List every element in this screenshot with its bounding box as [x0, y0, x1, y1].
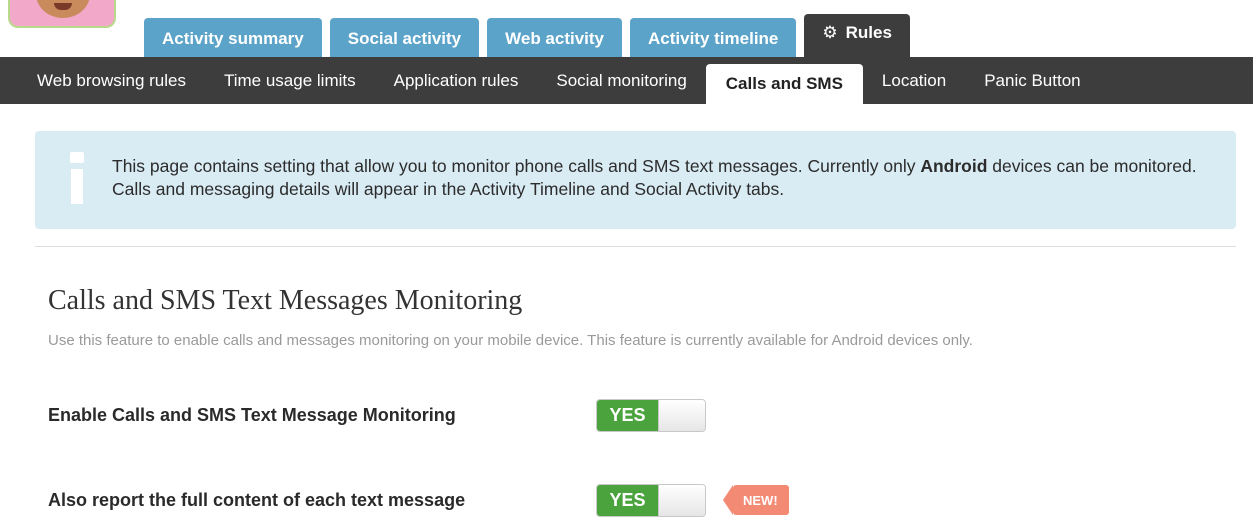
sub-nav-label: Web browsing rules — [37, 70, 186, 90]
toggle-enable-monitoring[interactable]: YES — [596, 399, 706, 432]
tab-label: Activity timeline — [648, 29, 779, 48]
info-icon — [68, 152, 86, 204]
rules-sub-nav: Web browsing rules Time usage limits App… — [0, 57, 1253, 104]
sub-nav-time-usage-limits[interactable]: Time usage limits — [205, 57, 375, 104]
info-text: This page contains setting that allow yo… — [112, 155, 1212, 201]
info-icon-bar — [71, 169, 83, 204]
toggle-on-label: YES — [597, 400, 658, 431]
new-badge: NEW! — [723, 485, 789, 515]
tab-activity-summary[interactable]: Activity summary — [144, 18, 322, 57]
setting-label-full-content: Also report the full content of each tex… — [48, 490, 466, 510]
sub-nav-panic-button[interactable]: Panic Button — [965, 57, 1099, 104]
setting-label-enable-monitoring: Enable Calls and SMS Text Message Monito… — [48, 405, 456, 425]
divider — [35, 246, 1236, 247]
child-avatar[interactable] — [8, 0, 116, 28]
tab-social-activity[interactable]: Social activity — [329, 18, 480, 57]
sub-nav-location[interactable]: Location — [863, 57, 965, 104]
toggle-knob[interactable] — [658, 485, 705, 516]
info-text-part: This page contains setting that allow yo… — [112, 156, 921, 176]
sub-nav-label: Panic Button — [984, 70, 1081, 90]
sub-nav-web-browsing-rules[interactable]: Web browsing rules — [0, 57, 205, 104]
gear-icon: ⚙ — [822, 22, 838, 42]
top-area: Activity summary Social activity Web act… — [0, 0, 1253, 57]
tab-web-activity[interactable]: Web activity — [487, 18, 623, 57]
sub-nav-label: Calls and SMS — [725, 74, 843, 93]
toggle-full-content[interactable]: YES — [596, 484, 706, 517]
sub-nav-social-monitoring[interactable]: Social monitoring — [537, 57, 705, 104]
sub-nav-label: Application rules — [393, 70, 519, 90]
section-title: Calls and SMS Text Messages Monitoring — [48, 285, 523, 316]
info-icon-dot — [70, 152, 84, 163]
sub-nav-label: Social monitoring — [556, 70, 687, 90]
toggle-knob[interactable] — [658, 400, 705, 431]
tab-label: Rules — [845, 22, 892, 42]
top-tabs: Activity summary Social activity Web act… — [144, 14, 918, 57]
sub-nav-label: Time usage limits — [223, 70, 356, 90]
tab-label: Web activity — [505, 29, 605, 48]
tab-activity-timeline[interactable]: Activity timeline — [630, 18, 797, 57]
sub-nav-application-rules[interactable]: Application rules — [375, 57, 538, 104]
tab-label: Social activity — [347, 29, 462, 48]
info-text-bold: Android — [920, 156, 988, 176]
section-description: Use this feature to enable calls and mes… — [48, 332, 973, 349]
toggle-on-label: YES — [597, 485, 658, 516]
sub-nav-calls-and-sms[interactable]: Calls and SMS — [705, 64, 863, 104]
tab-label: Activity summary — [162, 29, 304, 48]
sub-nav-label: Location — [881, 70, 947, 90]
tab-rules[interactable]: ⚙ Rules — [804, 14, 910, 57]
